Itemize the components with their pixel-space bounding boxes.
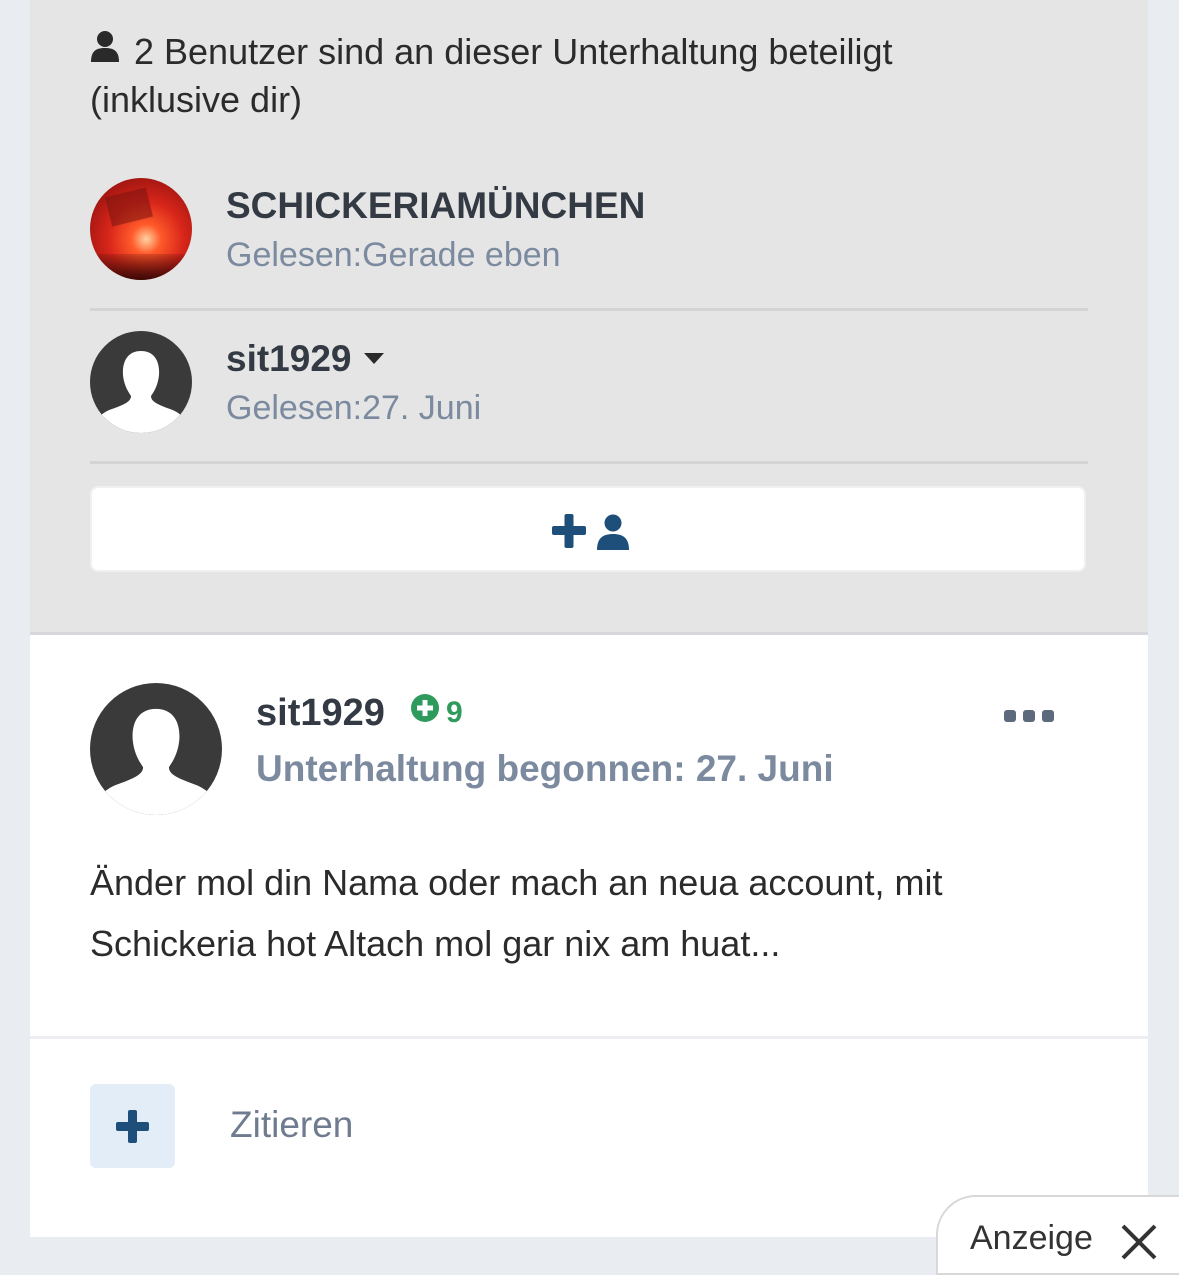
ad-banner: Anzeige [936,1195,1179,1275]
close-icon[interactable] [1120,1223,1158,1266]
participant-name-text[interactable]: sit1929 [226,338,352,379]
user-icon [597,514,629,550]
participant-read-status: Gelesen:Gerade eben [226,236,561,274]
chevron-down-icon[interactable] [363,352,384,364]
message-author-name[interactable]: sit1929 [256,690,385,736]
participant-name-text[interactable]: SCHICKERIAMÜNCHEN [226,185,645,226]
add-participant-button[interactable] [90,486,1086,572]
participant-row[interactable]: SCHICKERIAMÜNCHEN Gelesen:Gerade eben [90,178,1088,311]
reputation-badge[interactable]: 9 [410,693,463,731]
message-body: Änder mol din Nama oder mach an neua acc… [90,862,943,964]
participant-name[interactable]: sit1929 [226,337,384,381]
participant-name[interactable]: SCHICKERIAMÜNCHEN [226,184,645,228]
plus-circle-icon [410,693,440,731]
reputation-count: 9 [446,696,463,729]
quote-button[interactable]: Zitieren [230,1102,353,1148]
conversation-page: 2 Benutzer sind an dieser Unterhaltung b… [30,0,1148,1237]
participant-read-status: Gelesen:27. Juni [226,389,482,427]
message-author-avatar[interactable] [90,683,222,815]
ad-label: Anzeige [970,1219,1093,1257]
avatar[interactable] [90,331,192,433]
participants-header: 2 Benutzer sind an dieser Unterhaltung b… [90,28,1050,124]
participant-row[interactable]: sit1929 Gelesen:27. Juni [90,331,1088,464]
plus-icon [552,514,586,548]
plus-icon [116,1110,149,1143]
participants-count-text: 2 Benutzer sind an dieser Unterhaltung b… [90,31,893,120]
multiquote-button[interactable] [90,1084,175,1168]
message-started-date: Unterhaltung begonnen: 27. Juni [256,748,834,789]
divider [30,1036,1148,1039]
avatar[interactable] [90,178,192,280]
more-options-icon[interactable] [1004,708,1054,724]
participants-panel: 2 Benutzer sind an dieser Unterhaltung b… [30,0,1148,635]
user-icon [90,26,120,74]
